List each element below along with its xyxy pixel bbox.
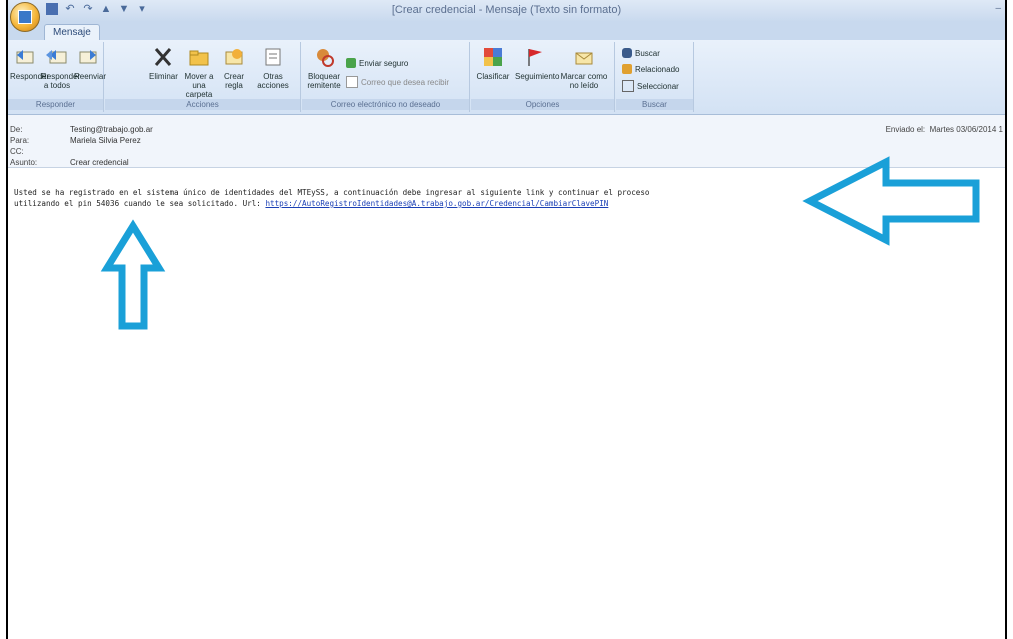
safe-sender-icon <box>346 58 356 68</box>
select-icon <box>622 80 634 92</box>
group-responder: Responder Responder a todos Reenviar Res… <box>8 42 107 112</box>
follow-up-button[interactable]: Seguimiento <box>515 46 560 81</box>
folder-icon <box>189 50 209 66</box>
checkbox-icon <box>346 76 358 88</box>
registration-link[interactable]: https://AutoRegistroIdentidades@A.trabaj… <box>265 199 608 208</box>
related-icon <box>622 64 632 74</box>
find-button[interactable]: Buscar <box>622 48 660 58</box>
cc-row: CC: <box>10 147 70 157</box>
body-line-1: Usted se ha registrado en el sistema úni… <box>14 188 650 197</box>
to-label: Para: <box>10 136 30 145</box>
sent-label: Enviado el: <box>885 125 926 134</box>
find-label: Buscar <box>635 48 660 58</box>
reply-all-icon <box>46 50 67 64</box>
mark-unread-icon <box>575 52 593 65</box>
flag-icon <box>528 49 542 66</box>
reply-icon <box>16 50 34 64</box>
window-title: [Crear credencial - Mensaje (Texto sin f… <box>391 4 622 16</box>
minimize-button[interactable]: – <box>995 3 1001 14</box>
wanted-mail-label: Correo que desea recibir <box>361 77 450 87</box>
forward-icon <box>79 50 97 64</box>
select-button[interactable]: Seleccionar <box>622 80 679 92</box>
mark-unread-button[interactable]: Marcar como no leído <box>559 46 609 90</box>
block-sender-label: Bloquear remitente <box>307 72 341 90</box>
sent-date: Enviado el: Martes 03/06/2014 1 <box>886 125 1003 134</box>
group-label-responder: Responder <box>8 99 103 110</box>
related-button[interactable]: Relacionado <box>622 64 679 74</box>
from-value[interactable]: Testing@trabajo.gob.ar <box>70 125 153 135</box>
arrow-up-icon <box>100 219 166 330</box>
related-label: Relacionado <box>635 64 680 74</box>
outlook-message-window: ↶ ↷ ▲ ▼ ▾ [Crear credencial - Mensaje (T… <box>6 0 1007 639</box>
move-to-folder-label: Mover a una carpeta <box>184 72 214 99</box>
body-line-2: utilizando el pin 54036 cuando le sea so… <box>14 198 824 209</box>
title-bar: ↶ ↷ ▲ ▼ ▾ [Crear credencial - Mensaje (T… <box>8 0 1005 23</box>
ribbon: Responder Responder a todos Reenviar Res… <box>8 40 1005 115</box>
other-actions-button[interactable]: Otras acciones <box>253 46 293 90</box>
safe-senders-label: Enviar seguro <box>359 58 409 68</box>
group-label-acciones: Acciones <box>105 99 300 110</box>
tab-mensaje[interactable]: Mensaje <box>44 24 100 41</box>
subject-row: Asunto: Crear credencial <box>10 158 129 168</box>
ribbon-tab-row: Mensaje <box>8 22 1005 41</box>
from-row: De: Testing@trabajo.gob.ar <box>10 125 153 135</box>
safe-senders-option[interactable]: Enviar seguro <box>346 58 408 68</box>
office-logo-icon <box>18 10 32 24</box>
subject-label: Asunto: <box>10 158 38 167</box>
from-label: De: <box>10 125 23 134</box>
group-label-buscar: Buscar <box>616 99 693 110</box>
office-button[interactable] <box>10 2 40 32</box>
categorize-label: Clasificar <box>476 72 510 81</box>
block-sender-button[interactable]: Bloquear remitente <box>306 46 342 90</box>
reply-button[interactable]: Responder <box>10 46 50 81</box>
create-rule-label: Crear regla <box>223 72 244 90</box>
reply-label: Responder <box>10 72 50 81</box>
reply-all-label: Responder a todos <box>41 72 81 90</box>
group-label-correo-no-deseado: Correo electrónico no deseado <box>302 99 469 110</box>
message-body: Usted se ha registrado en el sistema úni… <box>14 187 824 209</box>
to-value[interactable]: Mariela Silvia Perez <box>70 136 141 146</box>
move-to-folder-button[interactable]: Mover a una carpeta <box>181 46 217 99</box>
categorize-button[interactable]: Clasificar <box>475 46 511 81</box>
other-actions-icon <box>265 48 281 66</box>
other-actions-label: Otras acciones <box>257 72 289 90</box>
wanted-mail-option[interactable]: Correo que desea recibir <box>346 76 449 88</box>
forward-button[interactable]: Reenviar <box>74 46 107 81</box>
body-line-2-text: utilizando el pin 54036 cuando le sea so… <box>14 199 266 208</box>
block-sender-icon <box>317 49 334 67</box>
group-buscar: Buscar Relacionado Seleccionar Buscar <box>616 42 694 112</box>
group-opciones: Clasificar Seguimiento Marcar como no le… <box>471 42 615 112</box>
delete-button[interactable]: Eliminar <box>149 46 178 81</box>
categorize-icon <box>484 48 502 66</box>
create-rule-button[interactable]: Crear regla <box>219 46 249 90</box>
reply-all-button[interactable]: Responder a todos <box>41 46 81 90</box>
mark-unread-label: Marcar como no leído <box>560 72 608 90</box>
group-label-opciones: Opciones <box>471 99 614 110</box>
rule-icon <box>225 49 243 65</box>
follow-up-label: Seguimiento <box>515 72 560 81</box>
select-label: Seleccionar <box>637 81 679 91</box>
group-correo-no-deseado: Bloquear remitente Enviar seguro Correo … <box>302 42 470 112</box>
cc-label: CC: <box>10 147 24 156</box>
arrow-left-icon <box>802 156 980 246</box>
binoculars-icon <box>622 48 632 58</box>
subject-value: Crear credencial <box>70 158 129 167</box>
group-acciones: Eliminar Mover a una carpeta Crear regla… <box>105 42 301 112</box>
delete-label: Eliminar <box>149 72 178 81</box>
forward-label: Reenviar <box>74 72 107 81</box>
sent-value: Martes 03/06/2014 1 <box>929 125 1003 134</box>
delete-icon <box>154 48 172 66</box>
to-row: Para: Mariela Silvia Perez <box>10 136 141 146</box>
